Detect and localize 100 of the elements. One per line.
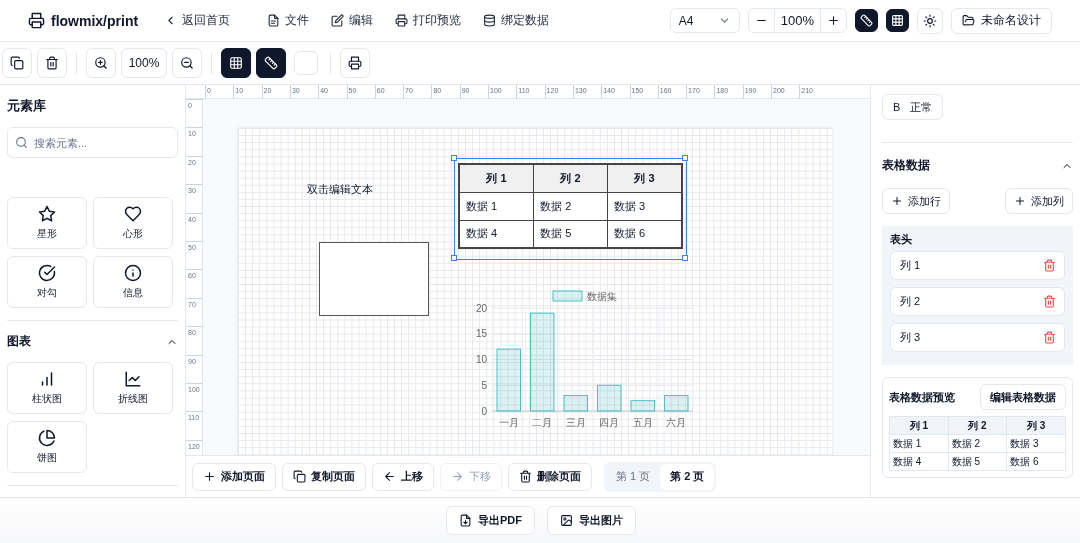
ruler-toggle[interactable]: [855, 9, 878, 32]
resize-handle[interactable]: [451, 255, 457, 261]
export-button[interactable]: 导出PDF: [446, 506, 535, 535]
resize-handle[interactable]: [451, 155, 457, 161]
ruler-icon: [860, 14, 873, 27]
plus-icon: [827, 14, 840, 27]
table-header-cell: 列 2: [533, 164, 608, 192]
text-element[interactable]: 双击编辑文本: [307, 182, 373, 197]
card-title: 表格数据预览: [889, 389, 955, 405]
menu-item[interactable]: 绑定数据: [483, 12, 550, 29]
table-header-cell: 列 1: [459, 164, 534, 192]
bar: [597, 384, 622, 412]
bar: [496, 348, 521, 412]
panel-title: 元素库: [7, 97, 47, 115]
legend-swatch: [552, 290, 583, 302]
color-swatch[interactable]: [294, 51, 318, 75]
selection-frame[interactable]: [454, 158, 687, 260]
table-header-cell: 列 3: [1006, 416, 1066, 435]
section-title: 图表: [7, 333, 31, 350]
delete-button[interactable]: [1043, 295, 1056, 308]
element-tile[interactable]: 信息: [93, 256, 173, 308]
element-tile[interactable]: 饼图: [7, 421, 87, 473]
add-row-button[interactable]: 添加行: [882, 188, 950, 214]
menu-item[interactable]: 打印预览: [395, 12, 462, 29]
info-icon: [124, 264, 142, 282]
line-chart-icon: [124, 370, 142, 388]
rectangle-element[interactable]: [319, 242, 429, 316]
edit-table-button[interactable]: 编辑表格数据: [980, 384, 1066, 410]
page-action-button[interactable]: 上移: [372, 462, 434, 491]
bar: [563, 395, 588, 412]
table-element[interactable]: 列 1 列 2 列 3 数据 1 数据 2 数据 3 数据 4 数据 5 数据 6: [458, 163, 683, 249]
legend-label: 数据集: [587, 291, 617, 302]
table-cell: 数据 1: [889, 434, 949, 453]
printer-icon: [348, 56, 362, 70]
element-tile[interactable]: 星形: [7, 197, 87, 249]
sun-icon: [923, 13, 937, 28]
zoom-level-button[interactable]: 100%: [121, 48, 167, 78]
y-tick-label: 15: [475, 328, 487, 340]
export-button[interactable]: 导出图片: [547, 506, 636, 535]
table-cell: 数据 6: [1006, 452, 1066, 471]
x-tick-label: 四月: [599, 417, 620, 428]
add-column-button[interactable]: 添加列: [1005, 188, 1073, 214]
table-header-cell: 列 1: [889, 416, 949, 435]
element-tile[interactable]: 折线图: [93, 362, 173, 414]
delete-button[interactable]: [1043, 259, 1056, 272]
x-tick-label: 三月: [565, 417, 586, 428]
table-cell: 数据 4: [889, 452, 949, 471]
x-tick-label: 一月: [498, 417, 519, 428]
design-name-button[interactable]: 未命名设计: [951, 7, 1052, 34]
copy-icon: [10, 56, 24, 70]
heart-icon: [124, 205, 142, 223]
page-size-select[interactable]: A4: [669, 8, 740, 33]
grid-toggle[interactable]: [221, 48, 251, 78]
delete-button[interactable]: [1043, 331, 1056, 344]
y-tick-label: 20: [475, 302, 487, 314]
search-field[interactable]: 搜索元素...: [7, 127, 178, 158]
element-tile[interactable]: 心形: [93, 197, 173, 249]
trash-icon: [1043, 259, 1056, 272]
resize-handle[interactable]: [682, 155, 688, 161]
header-item[interactable]: 列 2: [890, 287, 1065, 316]
zoom-in-button[interactable]: [86, 48, 116, 78]
page-action-button[interactable]: 复制页面: [282, 462, 366, 491]
element-tile[interactable]: 对勾: [7, 256, 87, 308]
header-item[interactable]: 列 1: [890, 251, 1065, 280]
file-download-icon: [459, 514, 472, 527]
page-action-button[interactable]: 添加页面: [192, 462, 276, 491]
page-action-button[interactable]: 删除页面: [508, 462, 592, 491]
search-icon: [15, 136, 28, 149]
back-link[interactable]: 返回首页: [164, 12, 231, 29]
table-cell: 数据 2: [948, 434, 1007, 453]
resize-handle[interactable]: [682, 255, 688, 261]
x-tick-label: 六月: [666, 417, 687, 428]
arrow-left-icon: [383, 470, 396, 483]
header-label: 列 3: [900, 330, 921, 345]
bar: [664, 395, 689, 412]
print-button[interactable]: [340, 48, 370, 78]
x-tick-label: 二月: [532, 417, 553, 428]
ruler-toggle[interactable]: [256, 48, 286, 78]
printer-icon: [28, 12, 45, 29]
page-tab[interactable]: 第 2 页: [660, 463, 715, 490]
check-circle-icon: [38, 264, 56, 282]
page-tab[interactable]: 第 1 页: [606, 463, 661, 490]
element-tile[interactable]: 柱状图: [7, 362, 87, 414]
header-label: 列 2: [900, 294, 921, 309]
trash-icon: [1043, 295, 1056, 308]
header-item[interactable]: 列 3: [890, 323, 1065, 352]
header-label: 列 1: [900, 258, 921, 273]
table-cell: 数据 3: [1006, 434, 1066, 453]
copy-button[interactable]: [2, 48, 32, 78]
grid-toggle[interactable]: [886, 9, 909, 32]
menu-item[interactable]: 文件: [267, 12, 310, 29]
y-tick-label: 10: [475, 354, 487, 365]
printer-icon: [395, 14, 409, 27]
font-weight-button[interactable]: B 正常: [882, 94, 944, 120]
zoom-out-button[interactable]: [172, 48, 202, 78]
menu-item[interactable]: 编辑: [331, 12, 374, 29]
ruler-icon: [264, 56, 278, 70]
edit-icon: [331, 14, 345, 27]
folder-icon: [962, 14, 975, 27]
theme-button[interactable]: [917, 7, 943, 34]
